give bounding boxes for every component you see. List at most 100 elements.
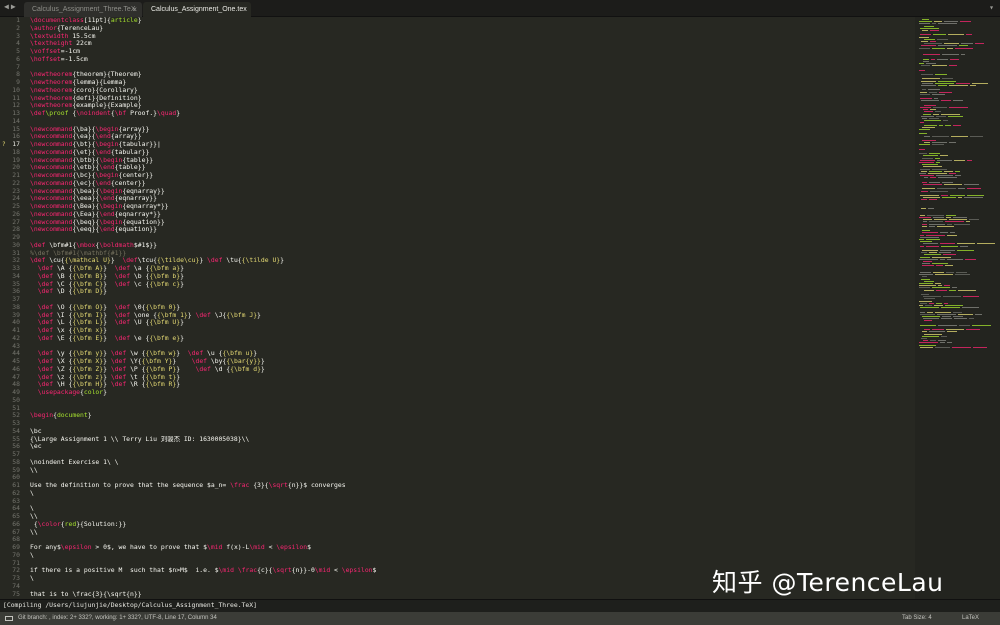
- minimap-line: [973, 346, 987, 348]
- code-token: \def: [114, 272, 131, 280]
- code-line[interactable]: \newcommand{\btb}{\begin{table}}: [30, 157, 910, 165]
- code-line[interactable]: \def \O {{\bfm O}} \def \0{{\bfm 0}}: [30, 304, 910, 312]
- chevron-down-icon[interactable]: ▾: [989, 3, 994, 12]
- code-line[interactable]: \ec: [30, 443, 910, 451]
- minimap-line: [947, 331, 957, 333]
- code-line[interactable]: \textheight 22cm: [30, 40, 910, 48]
- code-line[interactable]: \newcommand{\eea}{\end{eqnarray}}: [30, 195, 910, 203]
- code-line[interactable]: \noindent Exercise 1\ \: [30, 459, 910, 467]
- close-icon[interactable]: ×: [132, 2, 137, 17]
- code-line[interactable]: [30, 536, 910, 544]
- code-line[interactable]: [30, 343, 910, 351]
- code-line[interactable]: \: [30, 490, 910, 498]
- code-line[interactable]: \newcommand{\bea}{\begin{eqnarray}}: [30, 188, 910, 196]
- code-line[interactable]: \def \Z {{\bfm Z}} \def \P {{\bfm P}} \d…: [30, 366, 910, 374]
- code-token: {\ba}{: [72, 125, 96, 133]
- code-line[interactable]: \: [30, 505, 910, 513]
- code-line[interactable]: [30, 397, 910, 405]
- code-line[interactable]: [30, 296, 910, 304]
- code-line[interactable]: \def \E {{\bfm E}} \def \e {{\bfm e}}: [30, 335, 910, 343]
- code-line[interactable]: \newcommand{\et}{\end{tabular}}: [30, 149, 910, 157]
- code-line[interactable]: \def \I {{\bfm I}} \def \one {{\bfm 1}} …: [30, 312, 910, 320]
- code-line[interactable]: \author{TerenceLau}: [30, 25, 910, 33]
- code-line[interactable]: \def \bfm#1{\mbox{\boldmath$#1$}}: [30, 242, 910, 250]
- code-line[interactable]: \newtheorem{theorem}{Theorem}: [30, 71, 910, 79]
- code-line[interactable]: [30, 498, 910, 506]
- minimap-line: [956, 272, 967, 273]
- code-line[interactable]: Use the definition to prove that the seq…: [30, 482, 910, 490]
- code-editor[interactable]: 1 2 3 4 5 6 7 8 9 10 11 12 13 14 15 16 17 18 19 20 21 22 23 24 2…: [0, 17, 915, 599]
- code-line[interactable]: \def \X {{\bfm X}} \def \Y{{\bfm Y}} \de…: [30, 358, 910, 366]
- code-line[interactable]: [30, 234, 910, 242]
- minimap-line: [924, 289, 934, 291]
- code-line[interactable]: [30, 420, 910, 428]
- code-line[interactable]: \def \H {{\bfm H}} \def \R {{\bfm R}}: [30, 381, 910, 389]
- code-line[interactable]: [30, 405, 910, 413]
- code-line[interactable]: \newcommand{\etb}{\end{table}}: [30, 164, 910, 172]
- tab-nav-arrows-icon[interactable]: ◀▶: [4, 2, 18, 11]
- code-line[interactable]: \newcommand{\Bea}{\begin{eqnarray*}}: [30, 203, 910, 211]
- code-line[interactable]: \def \C {{\bfm C}} \def \c {{\bfm c}}: [30, 281, 910, 289]
- code-line[interactable]: \\: [30, 467, 910, 475]
- status-tab-size[interactable]: Tab Size: 4: [902, 612, 932, 625]
- code-line[interactable]: \def \x {{\bfm x}}: [30, 327, 910, 335]
- line-number: 69: [12, 544, 20, 551]
- minimap-line: [960, 21, 971, 23]
- code-line[interactable]: \newcommand{\ec}{\end{center}}: [30, 180, 910, 188]
- code-line[interactable]: \begin{document}: [30, 412, 910, 420]
- status-git-info: Git branch: , index: 2+ 332?, working: 1…: [18, 615, 217, 621]
- code-line[interactable]: \newcommand{\bc}{\begin{center}}: [30, 172, 910, 180]
- code-line[interactable]: \def \L {{\bfm L}} \def \U {{\bfm U}}: [30, 319, 910, 327]
- code-line[interactable]: \def \B {{\bfm B}} \def \b {{\bfm b}}: [30, 273, 910, 281]
- tab-calculus-assignment-three[interactable]: Calculus_Assignment_Three.TeX ×: [24, 2, 142, 17]
- code-line[interactable]: %\def \bfm#1{\mathbf{#1}}: [30, 250, 910, 258]
- code-line[interactable]: \newcommand{\beq}{\begin{equation}}: [30, 219, 910, 227]
- code-line[interactable]: \def \cu{{\mathcal U}} \def\tcu{{\tilde\…: [30, 257, 910, 265]
- code-line[interactable]: \documentclass[11pt]{article}: [30, 17, 910, 25]
- code-line[interactable]: \def \A {{\bfm A}} \def \a {{\bfm a}}: [30, 265, 910, 273]
- code-line[interactable]: \newtheorem{coro}{Corollary}: [30, 87, 910, 95]
- minimap-line: [923, 60, 929, 62]
- code-line[interactable]: \def\proof {\noindent{\bf Proof.}\quad}: [30, 110, 910, 118]
- code-line[interactable]: \voffset=-1cm: [30, 48, 910, 56]
- code-area[interactable]: \documentclass[11pt]{article} \author{Ter…: [30, 17, 910, 599]
- code-token: $: [372, 567, 377, 575]
- code-line[interactable]: \def \z {{\bfm z}} \def \t {{\bfm t}}: [30, 374, 910, 382]
- code-line[interactable]: [30, 474, 910, 482]
- panel-toggle-icon[interactable]: [5, 616, 13, 621]
- code-line[interactable]: \newcommand{\Eea}{\end{eqnarray*}}: [30, 211, 910, 219]
- code-line[interactable]: [30, 64, 910, 72]
- minimap-line: [923, 197, 940, 199]
- code-line[interactable]: \\: [30, 529, 910, 537]
- code-line[interactable]: \def \D {{\bfm D}}: [30, 288, 910, 296]
- code-line[interactable]: \usepackage{color}: [30, 389, 910, 397]
- code-line[interactable]: \\: [30, 513, 910, 521]
- code-line[interactable]: \textwidth 15.5cm: [30, 33, 910, 41]
- code-line[interactable]: \newcommand{\ea}{\end{array}}: [30, 133, 910, 141]
- code-line[interactable]: \newcommand{\eeq}{\end{equation}}: [30, 226, 910, 234]
- code-token: \def: [114, 265, 131, 272]
- code-token: f(x)-L: [222, 544, 250, 551]
- code-line[interactable]: \def \y {{\bfm y}} \def \w {{\bfm w}} \d…: [30, 350, 910, 358]
- code-line[interactable]: \newtheorem{example}{Example}: [30, 102, 910, 110]
- code-line[interactable]: \: [30, 552, 910, 560]
- code-line[interactable]: [30, 451, 910, 459]
- minimap-line: [921, 294, 929, 295]
- code-line[interactable]: {\Large Assignment 1 \\ Terry Liu 刘骏杰 ID…: [30, 436, 910, 444]
- code-line[interactable]: \newtheorem{defi}{Definition}: [30, 95, 910, 103]
- code-token: \textwidth: [30, 32, 69, 40]
- tab-calculus-assignment-one[interactable]: Calculus_Assignment_One.tex: [143, 2, 251, 17]
- minimap-line: [919, 148, 925, 150]
- code-line[interactable]: \newcommand{\ba}{\begin{array}}: [30, 126, 910, 134]
- code-line[interactable]: For any$\epsilon > 0$, we have to prove …: [30, 544, 910, 552]
- code-line[interactable]: \hoffset=-1.5cm: [30, 56, 910, 64]
- code-line[interactable]: {\color{red}{Solution:}}: [30, 521, 910, 529]
- minimap[interactable]: [915, 17, 1000, 599]
- code-line[interactable]: \newtheorem{lemma}{Lemma}: [30, 79, 910, 87]
- code-line[interactable]: \bc: [30, 428, 910, 436]
- code-line[interactable]: [30, 118, 910, 126]
- code-token: \mid: [314, 567, 331, 575]
- status-syntax[interactable]: LaTeX: [962, 612, 979, 625]
- code-token: =-1.5cm: [60, 55, 88, 63]
- code-line[interactable]: \newcommand{\bt}{\begin{tabular}}|: [30, 141, 910, 149]
